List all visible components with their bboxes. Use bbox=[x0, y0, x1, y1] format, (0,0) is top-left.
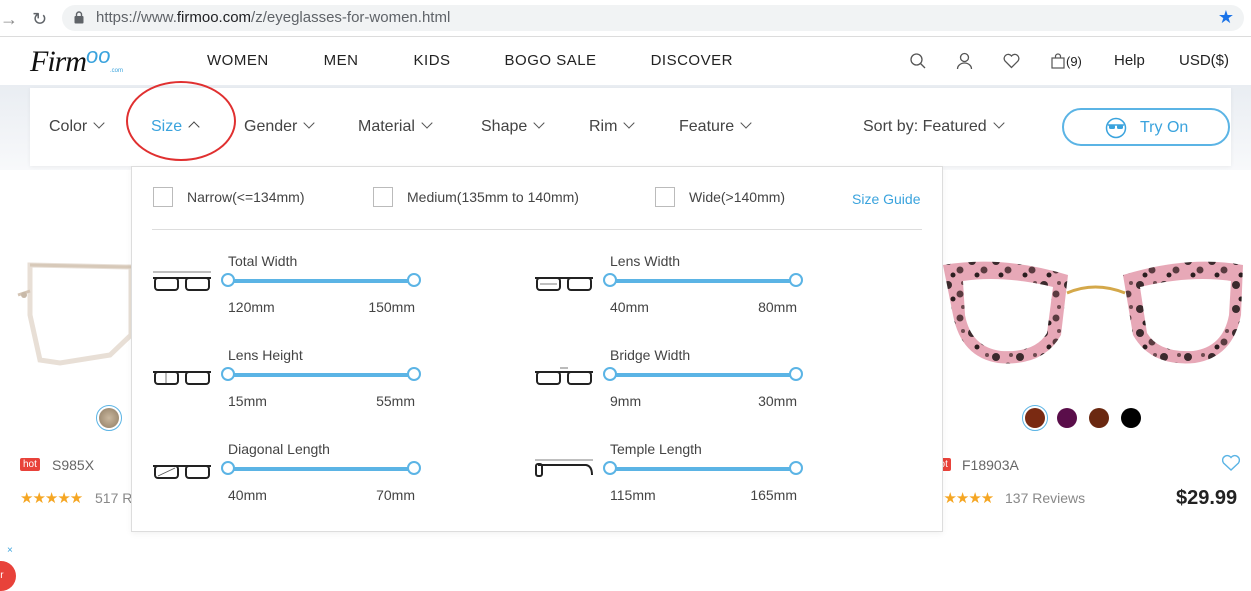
checkbox[interactable] bbox=[373, 187, 393, 207]
product-code[interactable]: S985X bbox=[52, 457, 94, 473]
color-swatch-black[interactable] bbox=[1121, 408, 1141, 428]
chevron-down-icon bbox=[623, 117, 636, 129]
cart-bag-icon[interactable] bbox=[1051, 53, 1065, 69]
slider-handle-max[interactable] bbox=[789, 273, 803, 287]
lock-icon bbox=[74, 11, 84, 24]
chevron-down-icon bbox=[93, 117, 105, 129]
slider-handle-min[interactable] bbox=[603, 367, 617, 381]
bookmark-star-icon[interactable]: ★ bbox=[1218, 7, 1234, 28]
product-image-s985x[interactable] bbox=[0, 255, 131, 380]
slider-track[interactable] bbox=[228, 373, 414, 377]
product-code[interactable]: F18903A bbox=[962, 457, 1019, 473]
sort-dropdown[interactable]: Sort by: Featured bbox=[863, 117, 1005, 136]
reload-icon[interactable]: ↻ bbox=[32, 9, 47, 30]
color-swatch-brown[interactable] bbox=[1025, 408, 1045, 428]
help-link[interactable]: Help bbox=[1114, 52, 1145, 69]
divider bbox=[152, 229, 922, 230]
back-arrow-icon[interactable]: → bbox=[0, 9, 18, 30]
chevron-down-icon bbox=[303, 117, 316, 129]
cart-count[interactable]: (9) bbox=[1066, 54, 1082, 69]
main-nav: WOMEN MEN KIDS BOGO SALE DISCOVER bbox=[207, 52, 733, 69]
wishlist-heart-icon[interactable] bbox=[1003, 53, 1020, 69]
size-option-medium[interactable]: Medium(135mm to 140mm) bbox=[373, 187, 579, 207]
slider-track[interactable] bbox=[610, 279, 796, 283]
bridge-width-glasses-icon bbox=[535, 367, 593, 385]
slider-handle-max[interactable] bbox=[407, 461, 421, 475]
filter-color[interactable]: Color bbox=[49, 117, 105, 136]
color-swatch-purple[interactable] bbox=[1057, 408, 1077, 428]
firmoo-logo[interactable]: Firmoo .com bbox=[30, 43, 123, 79]
rating-stars: ★★★★★ bbox=[20, 490, 83, 507]
lens-height-glasses-icon bbox=[153, 371, 211, 385]
slider-track[interactable] bbox=[610, 373, 796, 377]
size-option-narrow[interactable]: Narrow(<=134mm) bbox=[153, 187, 304, 207]
browser-toolbar: → ↻ https://www.firmoo.com/z/eyeglasses-… bbox=[0, 0, 1251, 37]
slider-handle-max[interactable] bbox=[789, 367, 803, 381]
close-icon[interactable]: × bbox=[7, 545, 13, 556]
wishlist-heart-icon[interactable] bbox=[1221, 454, 1241, 472]
floating-chat-badge[interactable]: ir bbox=[0, 561, 16, 591]
filter-gender[interactable]: Gender bbox=[244, 117, 316, 136]
slider-handle-min[interactable] bbox=[221, 367, 235, 381]
nav-women[interactable]: WOMEN bbox=[207, 52, 269, 69]
try-on-button[interactable]: Try On bbox=[1062, 108, 1230, 146]
lens-width-glasses-icon bbox=[535, 277, 593, 291]
chevron-down-icon bbox=[992, 117, 1005, 129]
slider-handle-min[interactable] bbox=[221, 273, 235, 287]
slider-track[interactable] bbox=[610, 467, 796, 471]
slider-lens-width: Lens Width 40mm 80mm bbox=[534, 253, 803, 333]
chevron-down-icon bbox=[740, 117, 752, 129]
chevron-down-icon bbox=[421, 117, 433, 129]
nav-discover[interactable]: DISCOVER bbox=[651, 52, 733, 69]
slider-bridge-width: Bridge Width 9mm 30mm bbox=[534, 347, 803, 427]
color-swatch-tortoise[interactable] bbox=[1089, 408, 1109, 428]
review-count[interactable]: 137 Reviews bbox=[1005, 490, 1085, 506]
diagonal-length-glasses-icon bbox=[153, 465, 211, 479]
slider-track[interactable] bbox=[228, 467, 414, 471]
search-icon[interactable] bbox=[909, 52, 927, 70]
virtual-try-on-face-icon bbox=[1105, 117, 1127, 139]
size-dropdown-panel: Narrow(<=134mm) Medium(135mm to 140mm) W… bbox=[131, 166, 943, 532]
nav-men[interactable]: MEN bbox=[324, 52, 359, 69]
slider-lens-height: Lens Height 15mm 55mm bbox=[152, 347, 421, 427]
slider-handle-max[interactable] bbox=[789, 461, 803, 475]
slider-diagonal-length: Diagonal Length 40mm 70mm bbox=[152, 441, 421, 521]
filter-rim[interactable]: Rim bbox=[589, 117, 636, 136]
review-count[interactable]: 517 R bbox=[95, 490, 132, 506]
temple-length-glasses-icon bbox=[535, 459, 593, 477]
product-image-f18903a[interactable] bbox=[943, 255, 1251, 380]
slider-handle-min[interactable] bbox=[603, 461, 617, 475]
annotation-circle bbox=[126, 81, 236, 161]
chevron-down-icon bbox=[533, 117, 545, 129]
nav-bogo-sale[interactable]: BOGO SALE bbox=[505, 52, 597, 69]
hot-badge: hot bbox=[20, 458, 40, 471]
url-text: https://www.firmoo.com/z/eyeglasses-for-… bbox=[96, 9, 451, 26]
checkbox[interactable] bbox=[655, 187, 675, 207]
site-header: Firmoo .com WOMEN MEN KIDS BOGO SALE DIS… bbox=[0, 37, 1251, 85]
slider-handle-min[interactable] bbox=[603, 273, 617, 287]
product-price: $29.99 bbox=[1176, 487, 1238, 509]
slider-temple-length: Temple Length 115mm 165mm bbox=[534, 441, 803, 521]
total-width-glasses-icon bbox=[153, 271, 211, 291]
slider-total-width: Total Width 120mm 150mm bbox=[152, 253, 421, 333]
size-guide-link[interactable]: Size Guide bbox=[852, 191, 920, 207]
size-option-wide[interactable]: Wide(>140mm) bbox=[655, 187, 785, 207]
checkbox[interactable] bbox=[153, 187, 173, 207]
user-icon[interactable] bbox=[956, 52, 973, 70]
slider-handle-max[interactable] bbox=[407, 273, 421, 287]
nav-kids[interactable]: KIDS bbox=[414, 52, 451, 69]
currency-selector[interactable]: USD($) bbox=[1179, 52, 1229, 69]
address-bar[interactable]: https://www.firmoo.com/z/eyeglasses-for-… bbox=[62, 5, 1244, 31]
color-swatch-beige[interactable] bbox=[99, 408, 119, 428]
slider-handle-max[interactable] bbox=[407, 367, 421, 381]
slider-handle-min[interactable] bbox=[221, 461, 235, 475]
slider-track[interactable] bbox=[228, 279, 414, 283]
filter-material[interactable]: Material bbox=[358, 117, 433, 136]
filter-shape[interactable]: Shape bbox=[481, 117, 545, 136]
filter-feature[interactable]: Feature bbox=[679, 117, 752, 136]
